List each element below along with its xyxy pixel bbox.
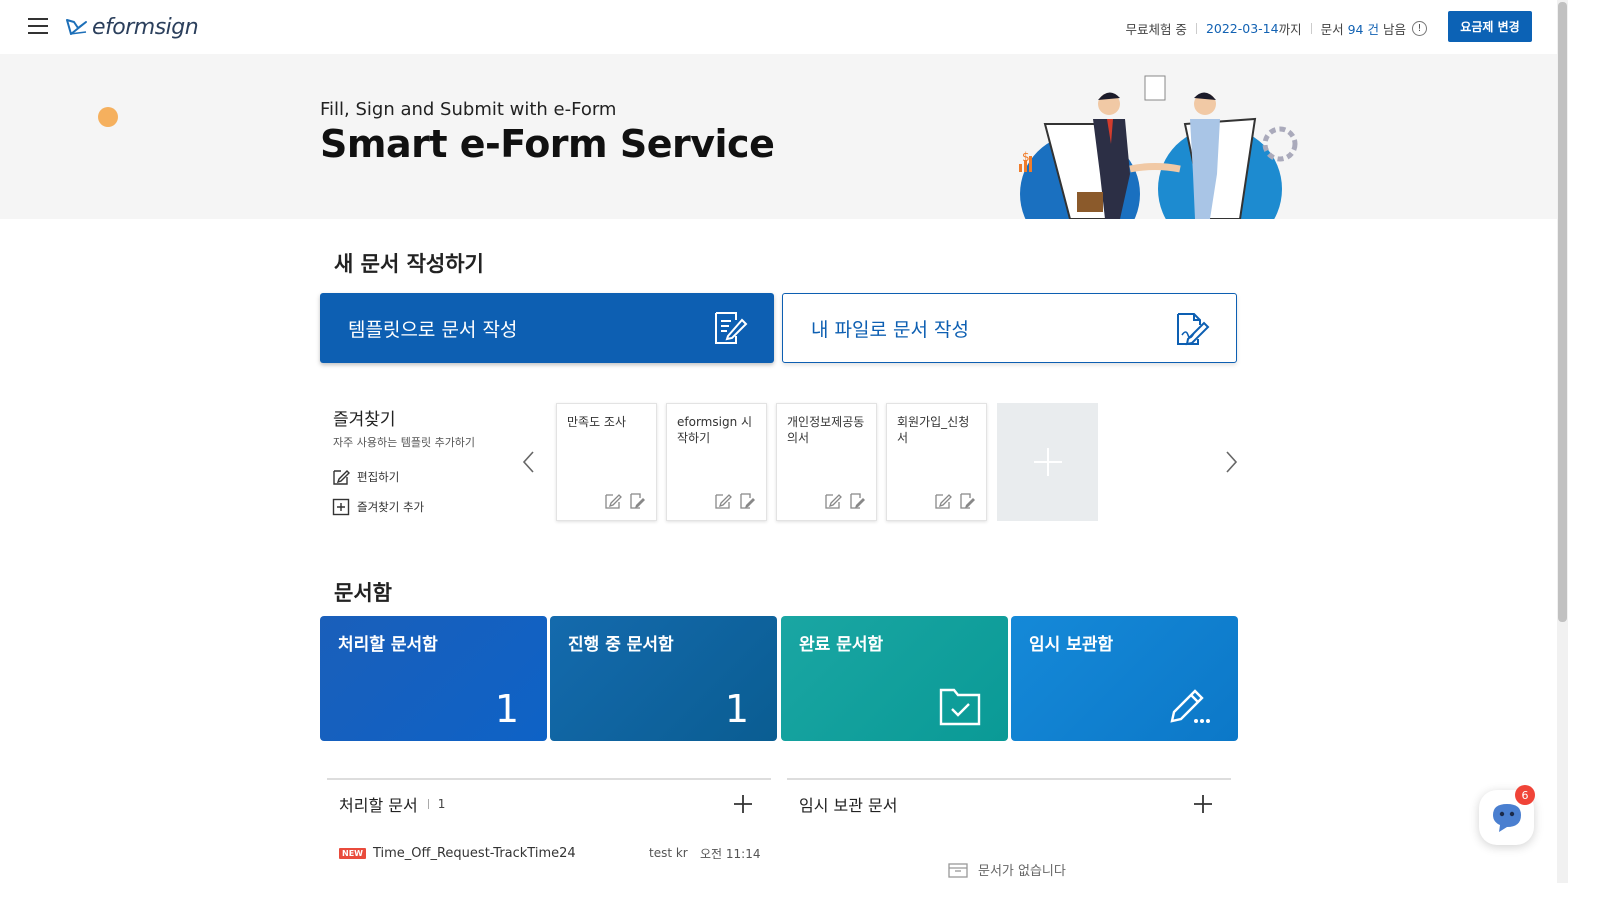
file-document-label: 내 파일로 문서 작성 — [811, 318, 969, 341]
divider — [1310, 23, 1312, 34]
edit-template-icon[interactable] — [714, 492, 732, 510]
divider — [1195, 23, 1197, 34]
trial-until: 까지 — [1278, 22, 1302, 37]
write-document-icon[interactable] — [628, 492, 646, 510]
draft-box[interactable]: 임시 보관함 — [1011, 616, 1238, 741]
completed-box[interactable]: 완료 문서함 — [781, 616, 1008, 741]
write-document-icon[interactable] — [958, 492, 976, 510]
favorites-edit-label: 편집하기 — [357, 470, 400, 484]
favorite-card-title: eformsign 시작하기 — [677, 415, 753, 445]
draft-list-header: 임시 보관 문서 — [787, 778, 1231, 828]
write-document-icon[interactable] — [848, 492, 866, 510]
add-favorite-card[interactable] — [997, 403, 1098, 521]
in-progress-box[interactable]: 진행 중 문서함 1 — [550, 616, 777, 741]
template-document-label: 템플릿으로 문서 작성 — [348, 318, 518, 341]
file-document-button[interactable]: 내 파일로 문서 작성 — [782, 293, 1237, 363]
document-box-title: 문서함 — [334, 581, 392, 605]
document-name: Time_Off_Request-TrackTime24 — [372, 845, 576, 861]
hero-title: Smart e-Form Service — [320, 122, 775, 166]
empty-box-icon — [948, 862, 968, 878]
document-time: 오전 11:14 — [700, 846, 761, 861]
chat-bot-icon — [1492, 803, 1521, 832]
folder-check-icon — [939, 688, 981, 726]
plus-icon — [1033, 448, 1062, 476]
favorite-card[interactable]: eformsign 시작하기 — [666, 403, 767, 521]
favorites-title: 즐겨찾기 — [333, 410, 396, 430]
favorites-subtitle: 자주 사용하는 템플릿 추가하기 — [333, 436, 476, 449]
trial-info: 무료체험 중 2022-03-14 까지 문서 94 건 남음 ! — [1125, 19, 1427, 38]
trial-date: 2022-03-14 — [1205, 21, 1279, 36]
file-edit-icon — [1177, 313, 1210, 346]
empty-text: 문서가 없습니다 — [978, 864, 1066, 879]
menu-icon[interactable] — [28, 18, 48, 34]
change-plan-button[interactable]: 요금제 변경 — [1448, 11, 1532, 42]
favorite-card-title: 만족도 조사 — [567, 415, 627, 429]
handshake-illustration: $ — [1019, 75, 1298, 219]
carousel-prev-icon[interactable] — [521, 450, 535, 474]
in-progress-box-count: 1 — [724, 687, 749, 731]
write-document-icon[interactable] — [738, 492, 756, 510]
chat-notification-badge: 6 — [1515, 785, 1535, 805]
todo-box-count: 1 — [494, 687, 519, 731]
new-badge: NEW — [339, 847, 366, 859]
trial-status: 무료체험 중 — [1125, 22, 1187, 37]
todo-list-header: 처리할 문서 1 — [327, 778, 771, 828]
favorite-card[interactable]: 만족도 조사 — [556, 403, 657, 521]
todo-list-title: 처리할 문서 — [339, 796, 418, 815]
new-document-title: 새 문서 작성하기 — [334, 252, 484, 276]
favorite-card-title: 개인정보제공동의서 — [787, 415, 865, 445]
draft-more-icon[interactable] — [1193, 794, 1213, 814]
favorites-add-label: 즐겨찾기 추가 — [357, 500, 425, 514]
favorite-card[interactable]: 회원가입_신청서 — [886, 403, 987, 521]
pencil-icon — [1170, 689, 1210, 723]
logo-text: eformsign — [92, 14, 199, 40]
docs-remaining: 남음 — [1382, 22, 1406, 37]
docs-label: 문서 — [1320, 22, 1344, 37]
info-icon[interactable]: ! — [1412, 21, 1427, 36]
todo-document-row[interactable]: NEW Time_Off_Request-TrackTime24 test kr… — [339, 843, 761, 863]
mouse-cursor — [98, 107, 118, 127]
favorites-add-link[interactable]: 즐겨찾기 추가 — [332, 498, 424, 516]
edit-template-icon[interactable] — [824, 492, 842, 510]
todo-box[interactable]: 처리할 문서함 1 — [320, 616, 547, 741]
hero-banner: Fill, Sign and Submit with e-Form Smart … — [0, 54, 1557, 219]
document-sender: test kr — [649, 846, 688, 860]
draft-empty-state: 문서가 없습니다 — [948, 860, 1066, 879]
in-progress-box-label: 진행 중 문서함 — [568, 635, 674, 655]
edit-icon — [333, 470, 350, 485]
hero-subtitle: Fill, Sign and Submit with e-Form — [320, 99, 617, 120]
template-edit-icon — [715, 312, 748, 344]
top-header: eformsign 무료체험 중 2022-03-14 까지 문서 94 건 남음… — [0, 0, 1582, 54]
eformsign-logo[interactable]: eformsign — [64, 12, 199, 42]
todo-more-icon[interactable] — [733, 794, 753, 814]
template-document-button[interactable]: 템플릿으로 문서 작성 — [320, 293, 774, 363]
carousel-next-icon[interactable] — [1225, 450, 1239, 474]
todo-box-label: 처리할 문서함 — [338, 635, 438, 655]
favorite-card[interactable]: 개인정보제공동의서 — [776, 403, 877, 521]
docs-count: 94 건 — [1347, 22, 1379, 37]
scrollbar-thumb[interactable] — [1558, 2, 1567, 622]
edit-template-icon[interactable] — [934, 492, 952, 510]
favorites-edit-link[interactable]: 편집하기 — [332, 468, 399, 486]
draft-box-label: 임시 보관함 — [1029, 635, 1114, 655]
draft-list-title: 임시 보관 문서 — [799, 796, 898, 815]
completed-box-label: 완료 문서함 — [799, 635, 884, 655]
logo-mark-icon — [66, 19, 87, 35]
plus-square-icon — [332, 498, 350, 516]
favorite-card-title: 회원가입_신청서 — [897, 415, 970, 445]
todo-list-count-value: 1 — [437, 797, 446, 811]
edit-template-icon[interactable] — [604, 492, 622, 510]
todo-list-count: 1 — [427, 797, 446, 811]
